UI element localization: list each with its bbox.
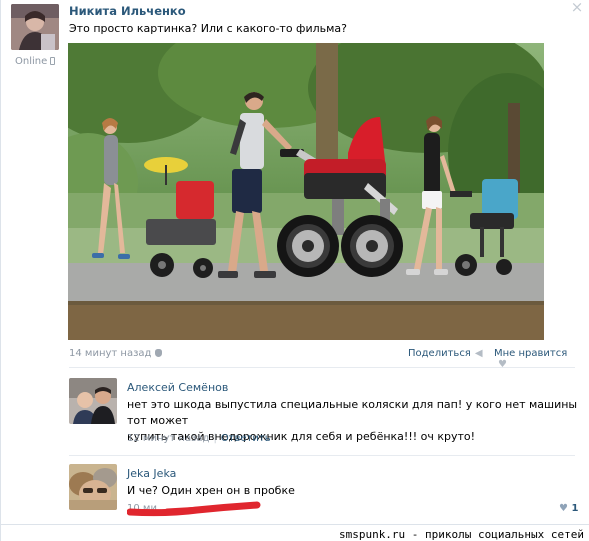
comment-meta: 12 минут назад | Ответить [127,433,271,444]
divider [69,367,575,368]
red-scribble-mark [127,501,261,517]
post-author-link[interactable]: Никита Ильченко [69,4,186,18]
watermark-bar: smspunk.ru - приколы социальных сетей [1,524,589,541]
post-time[interactable]: 14 минут назад [69,348,163,359]
wall-post: Online Никита Ильченко Это просто картин… [0,0,589,541]
comment-author-link[interactable]: Jeka Jeka [127,467,176,480]
like-count: 1 [571,503,579,514]
comment-text-line: нет это шкода выпустила специальные коля… [127,398,578,427]
post-photo[interactable] [68,43,544,340]
comment-author-link[interactable]: Алексей Семёнов [127,381,228,394]
comment-like-button[interactable]: ♥ 1 [559,503,578,514]
share-button[interactable]: Поделиться ◀ [408,348,483,359]
apple-icon [155,349,163,357]
comment-avatar[interactable] [69,378,117,424]
reply-button[interactable]: Ответить [221,433,271,444]
megaphone-icon: ◀ [474,348,483,359]
separator: | [213,433,217,444]
mobile-icon [50,57,56,65]
comment-text: И че? Один хрен он в пробке [127,484,295,497]
comment-time[interactable]: 12 минут назад [127,433,209,444]
post-text: Это просто картинка? Или с какого-то фил… [69,22,348,35]
author-avatar[interactable] [11,4,59,50]
divider [69,455,575,456]
heart-icon: ♥ [559,503,568,514]
close-icon[interactable]: × [570,0,584,15]
heart-icon: ♥ [498,359,507,370]
watermark-text: smspunk.ru - приколы социальных сетей [338,528,584,541]
post-meta: 14 минут назад Поделиться ◀ Мне нравится♥ [69,348,575,370]
comment-avatar[interactable] [69,464,117,510]
online-status: Online [15,56,56,67]
